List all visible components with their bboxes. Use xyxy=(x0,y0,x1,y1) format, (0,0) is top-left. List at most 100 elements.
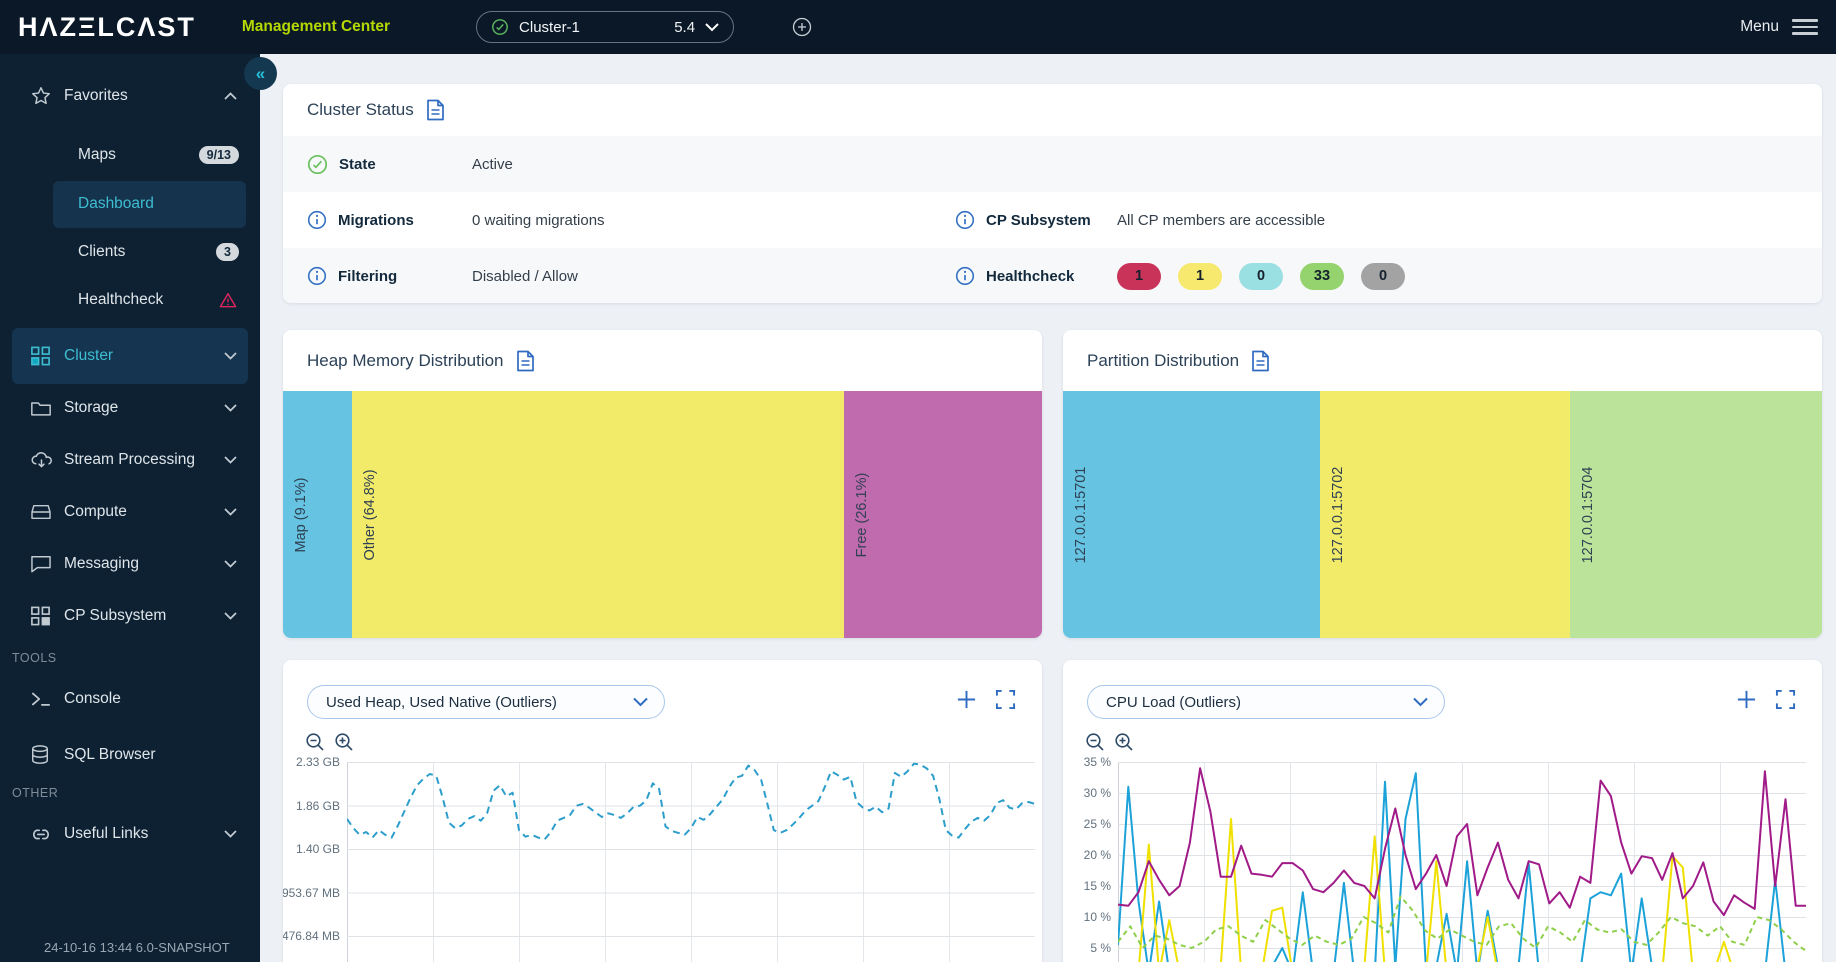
sidebar-item-maps[interactable]: Maps 9/13 xyxy=(0,131,260,179)
chevron-down-icon xyxy=(224,404,237,412)
segment-label: 127.0.0.1:5704 xyxy=(1580,466,1596,563)
bar-segment: 127.0.0.1:5704 xyxy=(1570,391,1822,638)
status-row-state: State Active xyxy=(283,136,1822,192)
sidebar-item-useful-links[interactable]: Useful Links xyxy=(0,810,260,858)
section-label-tools: TOOLS xyxy=(12,651,57,665)
fullscreen-icon[interactable] xyxy=(1775,689,1796,710)
healthcheck-badges: 110330 xyxy=(1117,263,1822,290)
healthcheck-label: Healthcheck xyxy=(986,268,1074,285)
healthcheck-badge: 1 xyxy=(1178,263,1222,290)
sidebar-item-label: Messaging xyxy=(64,555,139,573)
document-icon[interactable] xyxy=(516,350,535,372)
build-version-text: 24-10-16 13:44 6.0-SNAPSHOT xyxy=(44,940,230,955)
sidebar-item-cp-subsystem[interactable]: CP Subsystem xyxy=(0,592,260,640)
sidebar-item-favorites[interactable]: Favorites xyxy=(0,72,260,120)
section-label-other: OTHER xyxy=(12,786,58,800)
cpu-load-chart[interactable]: 35 %30 %25 %20 %15 %10 %5 % xyxy=(1063,762,1822,962)
heap-distribution-bar[interactable]: Map (9.1%) Other (64.8%) Free (26.1%) xyxy=(283,391,1042,638)
healthcheck-badge: 1 xyxy=(1117,263,1161,290)
document-icon[interactable] xyxy=(426,99,445,121)
healthcheck-badge: 0 xyxy=(1361,263,1405,290)
cluster-connected-icon xyxy=(491,18,509,36)
main-content: Cluster Status State Active Migrations xyxy=(260,54,1836,962)
cloud-stream-icon xyxy=(30,451,53,470)
chevron-down-icon xyxy=(224,456,237,464)
chevron-down-icon xyxy=(224,508,237,516)
y-tick-label: 15 % xyxy=(1084,879,1111,893)
sidebar-item-label: Console xyxy=(64,690,121,708)
status-row-filtering-healthcheck: Filtering Disabled / Allow Healthcheck 1… xyxy=(283,248,1822,303)
sidebar-item-messaging[interactable]: Messaging xyxy=(0,540,260,588)
sidebar-item-compute[interactable]: Compute xyxy=(0,488,260,536)
sidebar-item-label: Clients xyxy=(78,243,125,261)
segment-label: 127.0.0.1:5702 xyxy=(1330,466,1346,563)
info-icon xyxy=(307,266,327,286)
filtering-value: Disabled / Allow xyxy=(472,268,955,285)
y-tick-label: 476.84 MB xyxy=(283,929,340,943)
partition-distribution-bar[interactable]: 127.0.0.1:5701 127.0.0.1:5702 127.0.0.1:57… xyxy=(1063,391,1822,638)
card-title: Heap Memory Distribution xyxy=(307,351,504,371)
link-icon xyxy=(30,827,52,842)
sidebar-item-label: Cluster xyxy=(64,347,113,365)
y-axis-labels: 35 %30 %25 %20 %15 %10 %5 % xyxy=(1063,762,1118,962)
sidebar-item-cluster[interactable]: Cluster xyxy=(0,332,260,380)
cpu-load-plot[interactable] xyxy=(1118,762,1806,962)
y-tick-label: 30 % xyxy=(1084,786,1111,800)
metric-selector-value: Used Heap, Used Native (Outliers) xyxy=(326,694,557,711)
sidebar-collapse-button[interactable]: « xyxy=(244,57,277,90)
document-icon[interactable] xyxy=(1251,350,1270,372)
heap-memory-distribution-card: Heap Memory Distribution Map (9.1%) Other… xyxy=(283,330,1042,638)
used-heap-chart[interactable]: 2.33 GB1.86 GB1.40 GB953.67 MB476.84 MB xyxy=(283,762,1042,962)
check-circle-icon xyxy=(307,154,328,175)
hazelcast-logo: HΛZΞLCΛST xyxy=(18,12,196,43)
segment-label: Free (26.1%) xyxy=(854,472,870,557)
cluster-name: Cluster-1 xyxy=(519,19,664,36)
zoom-out-icon[interactable] xyxy=(305,732,325,752)
segment-label: Other (64.8%) xyxy=(362,469,378,560)
sidebar-item-healthcheck[interactable]: Healthcheck xyxy=(0,276,260,324)
sidebar-item-clients[interactable]: Clients 3 xyxy=(0,228,260,276)
y-tick-label: 953.67 MB xyxy=(283,886,340,900)
metric-selector-value: CPU Load (Outliers) xyxy=(1106,694,1241,711)
migrations-label: Migrations xyxy=(338,212,414,229)
segment-label: Map (9.1%) xyxy=(293,477,309,552)
hamburger-icon xyxy=(1792,19,1818,35)
clients-count-badge: 3 xyxy=(216,243,239,261)
cluster-grid-icon xyxy=(30,346,51,367)
add-chart-icon[interactable] xyxy=(1736,689,1757,710)
status-row-migrations-cp: Migrations 0 waiting migrations CP Subsy… xyxy=(283,192,1822,248)
folder-icon xyxy=(30,399,52,418)
metric-selector-dropdown[interactable]: CPU Load (Outliers) xyxy=(1087,685,1445,719)
chevron-down-icon xyxy=(705,23,719,32)
fullscreen-icon[interactable] xyxy=(995,689,1016,710)
sidebar-item-label: Maps xyxy=(78,146,116,164)
healthcheck-badge: 0 xyxy=(1239,263,1283,290)
bar-segment: 127.0.0.1:5702 xyxy=(1320,391,1570,638)
metric-selector-dropdown[interactable]: Used Heap, Used Native (Outliers) xyxy=(307,685,665,719)
sidebar-item-dashboard[interactable]: Dashboard xyxy=(0,180,260,228)
menu-label: Menu xyxy=(1740,18,1779,36)
state-label: State xyxy=(339,156,376,173)
cluster-selector[interactable]: Cluster-1 5.4 xyxy=(476,11,734,43)
maps-count-badge: 9/13 xyxy=(199,146,239,164)
warning-icon xyxy=(219,292,237,308)
sidebar-item-sql-browser[interactable]: SQL Browser xyxy=(0,731,260,779)
card-title: Cluster Status xyxy=(307,100,414,120)
segment-label: 127.0.0.1:5701 xyxy=(1073,466,1089,563)
sidebar-item-console[interactable]: Console xyxy=(0,675,260,723)
product-name: Management Center xyxy=(242,18,390,36)
menu-button[interactable]: Menu xyxy=(1740,18,1818,36)
zoom-out-icon[interactable] xyxy=(1085,732,1105,752)
cpu-load-chart-card: CPU Load (Outliers) xyxy=(1063,660,1822,962)
sidebar-item-stream-processing[interactable]: Stream Processing xyxy=(0,436,260,484)
y-tick-label: 5 % xyxy=(1090,941,1111,955)
zoom-in-icon[interactable] xyxy=(1114,732,1134,752)
terminal-icon xyxy=(30,690,52,708)
sidebar-item-storage[interactable]: Storage xyxy=(0,384,260,432)
zoom-in-icon[interactable] xyxy=(334,732,354,752)
bar-segment: Map (9.1%) xyxy=(283,391,352,638)
add-chart-icon[interactable] xyxy=(956,689,977,710)
bar-segment: 127.0.0.1:5701 xyxy=(1063,391,1320,638)
add-cluster-button[interactable] xyxy=(792,17,812,37)
used-heap-plot[interactable] xyxy=(347,762,1035,962)
